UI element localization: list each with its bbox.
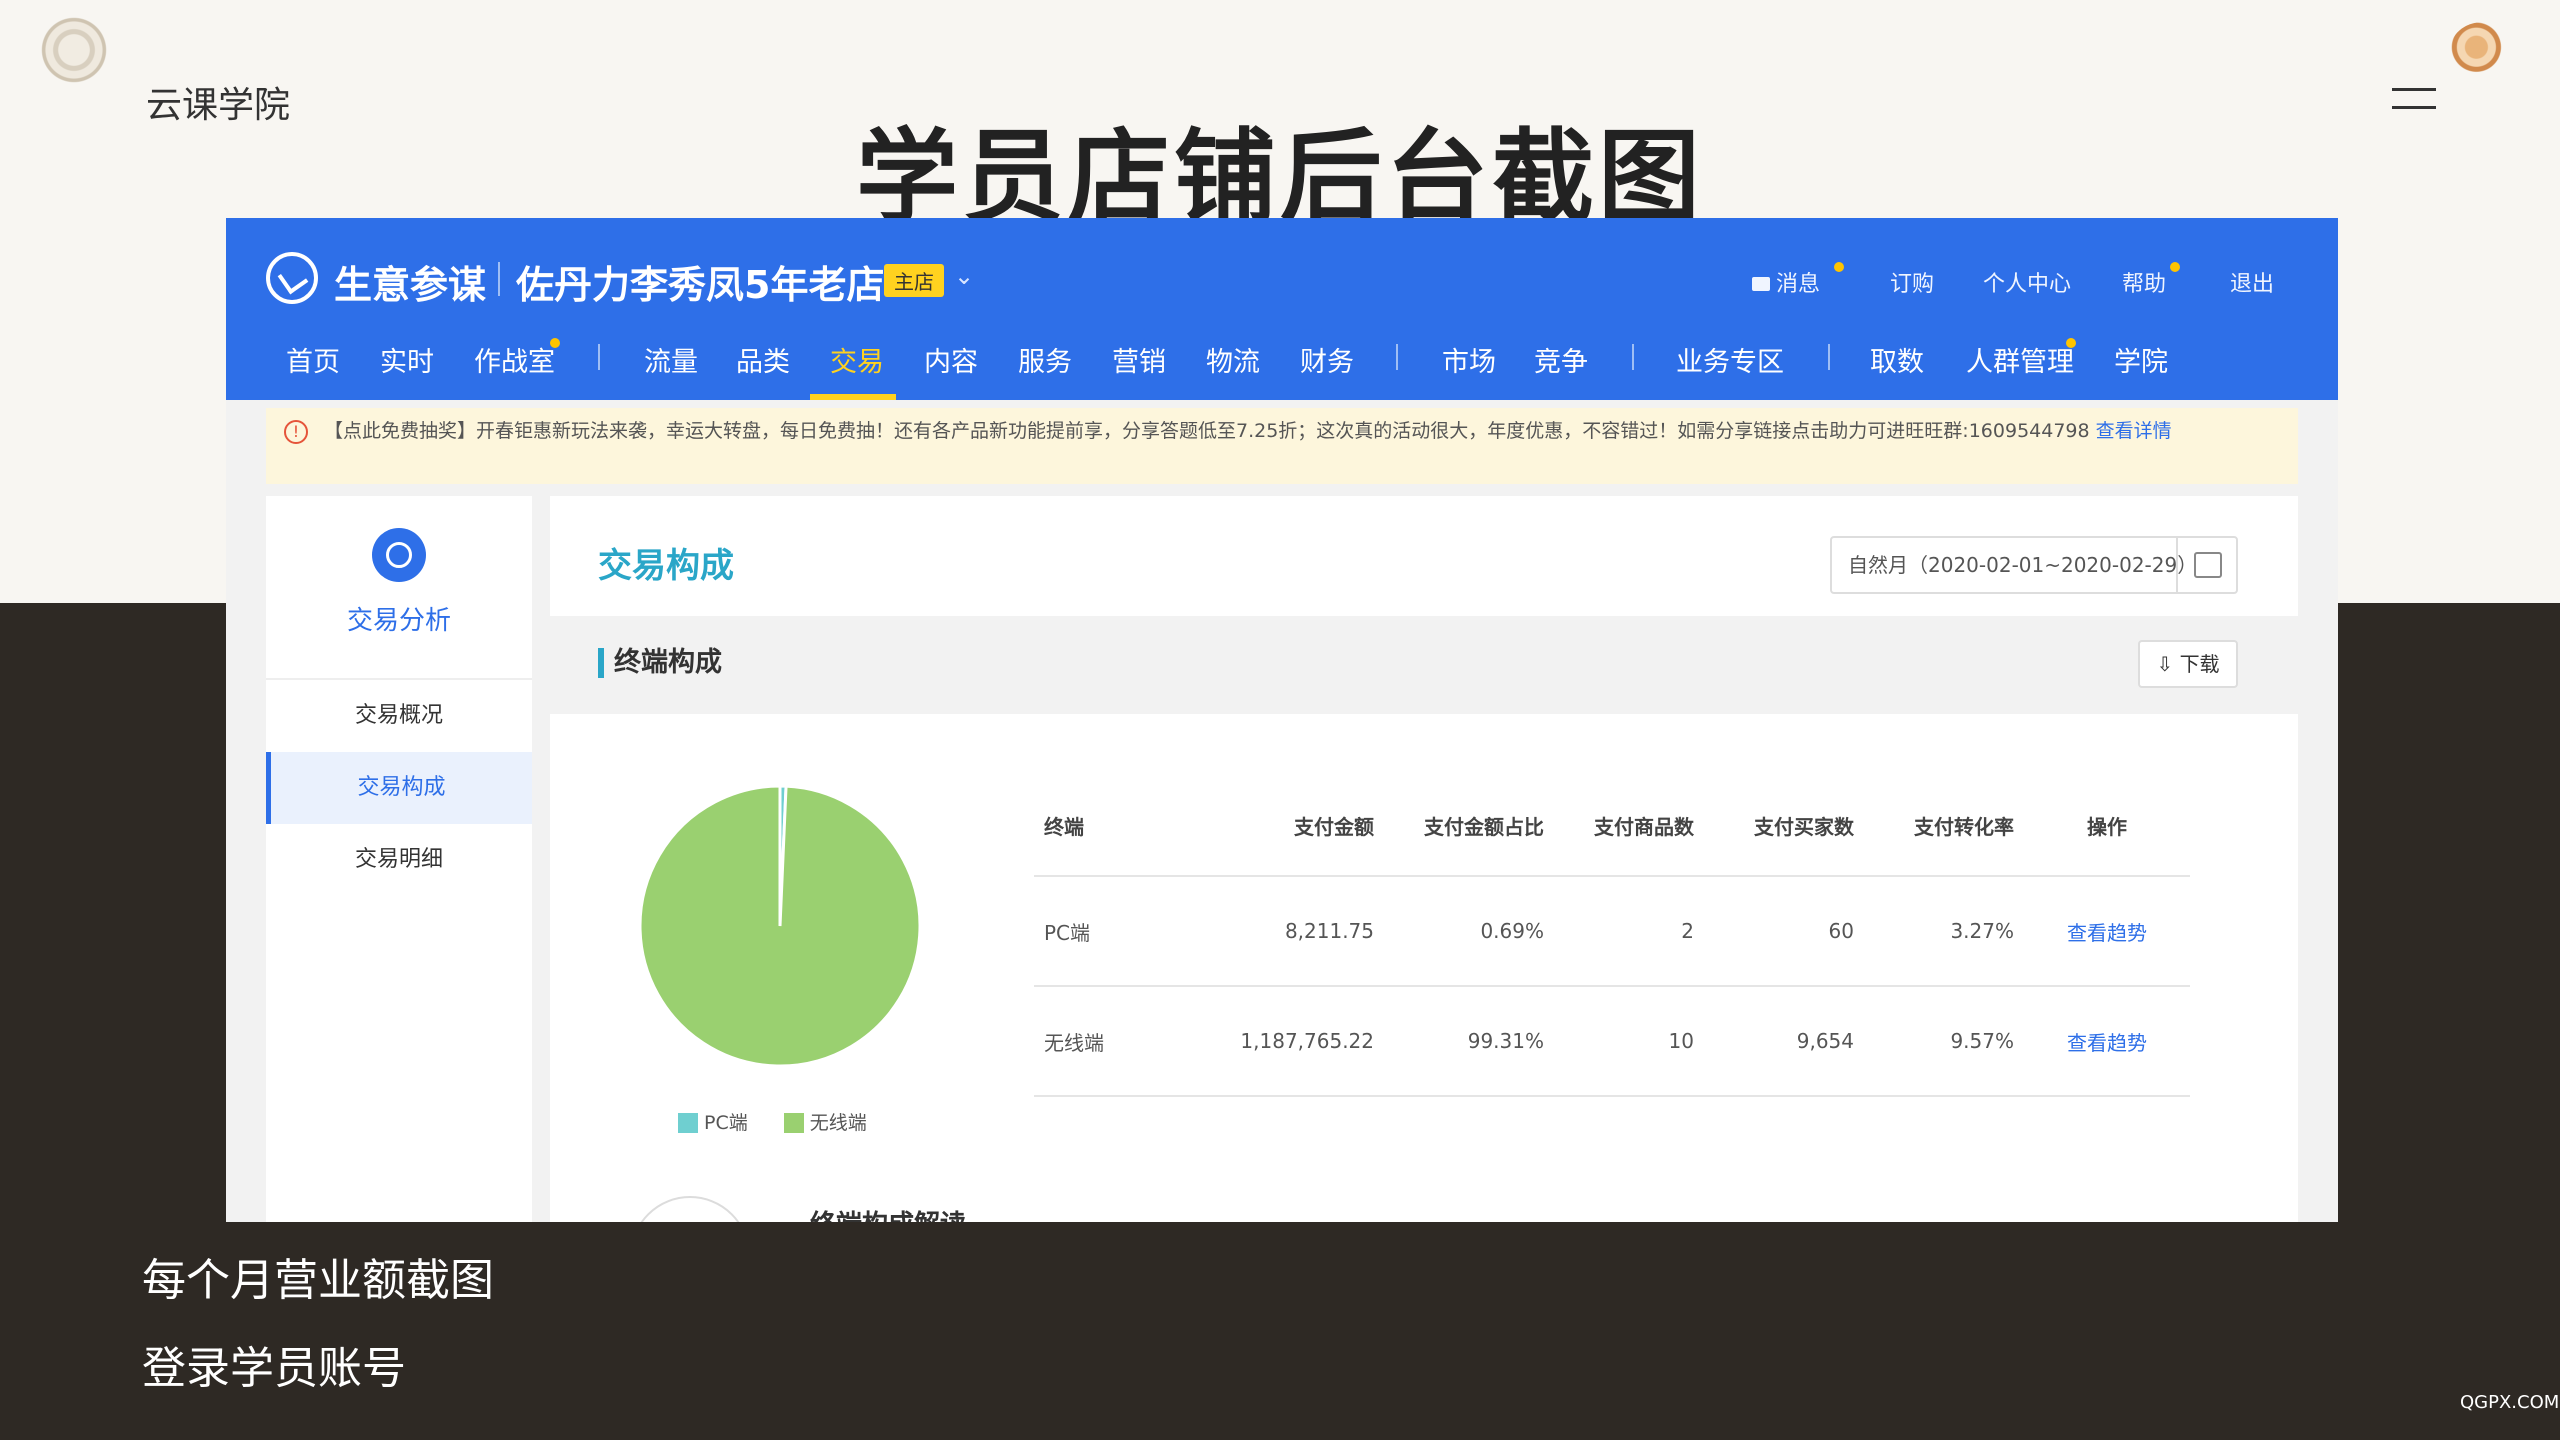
nav-realtime[interactable]: 实时 xyxy=(380,340,434,379)
nav-business-zone[interactable]: 业务专区 xyxy=(1676,340,1784,379)
nav-home[interactable]: 首页 xyxy=(286,340,340,379)
ornament-logo-right xyxy=(2450,22,2516,78)
nav-crowd-management[interactable]: 人群管理 xyxy=(1966,340,2074,379)
table-cell: 10 xyxy=(1554,986,1704,1097)
top-link-messages[interactable]: 消息 xyxy=(1752,266,1820,298)
table-cell: 60 xyxy=(1704,876,1864,987)
column-header: 操作 xyxy=(2024,776,2190,877)
nav-marketing[interactable]: 营销 xyxy=(1112,340,1166,379)
nav-active-indicator xyxy=(810,394,896,400)
ornament-logo-left xyxy=(36,16,112,84)
sidebar-title: 交易分析 xyxy=(346,606,451,636)
page-title: 交易构成 xyxy=(598,546,734,586)
nav-data-fetch[interactable]: 取数 xyxy=(1870,340,1924,379)
shop-badge: 主店 xyxy=(884,264,944,297)
notification-dot xyxy=(550,338,560,348)
analysis-title: 终端构成解读 xyxy=(810,1204,966,1222)
table-cell: 99.31% xyxy=(1384,986,1554,1097)
legend-swatch xyxy=(678,1113,698,1133)
notification-dot xyxy=(2066,338,2076,348)
column-header: 支付商品数 xyxy=(1554,776,1704,877)
date-range-value: 自然月（2020-02-01~2020-02-29） xyxy=(1848,553,2198,577)
pie-slice-1[interactable] xyxy=(638,784,922,1068)
download-button[interactable]: ⇩ 下载 xyxy=(2138,640,2238,688)
nav-divider xyxy=(598,344,600,370)
embedded-screenshot: 生意参谋 佐丹力李秀凤5年老店 主店 ⌄ 消息 订购 个人中心 帮助 退出 首页… xyxy=(226,218,2338,1222)
notice-text: 【点此免费抽奖】开春钜惠新玩法来袭，幸运大转盘，每日免费抽！还有各产品新功能提前… xyxy=(324,420,2090,442)
transaction-analysis-icon xyxy=(372,528,426,582)
chart-legend: PC端 无线端 xyxy=(678,1108,897,1135)
column-header: 支付买家数 xyxy=(1704,776,1864,877)
nav-divider xyxy=(1396,344,1398,370)
nav-war-room[interactable]: 作战室 xyxy=(474,340,555,379)
chevron-down-icon[interactable]: ⌄ xyxy=(954,262,974,290)
caption-login-account: 登录学员账号 xyxy=(142,1343,406,1394)
table-cell: 9,654 xyxy=(1704,986,1864,1097)
shop-name[interactable]: 佐丹力李秀凤5年老店 xyxy=(516,254,884,309)
table-row: PC端 8,211.75 0.69% 2 60 3.27% 查看趋势 xyxy=(1034,876,2190,987)
table-cell: PC端 xyxy=(1034,876,1184,987)
nav-service[interactable]: 服务 xyxy=(1018,340,1072,379)
date-range-picker[interactable]: 自然月（2020-02-01~2020-02-29） xyxy=(1830,536,2238,594)
analysis-illustration xyxy=(630,1196,750,1222)
top-link-help[interactable]: 帮助 xyxy=(2122,266,2166,298)
column-header: 支付转化率 xyxy=(1864,776,2024,877)
nav-finance[interactable]: 财务 xyxy=(1300,340,1354,379)
top-link-logout[interactable]: 退出 xyxy=(2230,266,2274,298)
notice-detail-link[interactable]: 查看详情 xyxy=(2096,420,2172,442)
mail-icon xyxy=(1752,277,1770,291)
top-link-subscribe[interactable]: 订购 xyxy=(1890,266,1934,298)
section-header: 终端构成 ⇩ 下载 xyxy=(550,616,2298,714)
sidebar-item-composition[interactable]: 交易构成 xyxy=(266,752,532,824)
legend-item-pc[interactable]: PC端 xyxy=(678,1108,748,1135)
section-title: 终端构成 xyxy=(598,648,722,678)
view-trend-link[interactable]: 查看趋势 xyxy=(2024,876,2190,987)
caption-monthly-revenue: 每个月营业额截图 xyxy=(142,1255,494,1306)
table-cell: 0.69% xyxy=(1384,876,1554,987)
view-trend-link[interactable]: 查看趋势 xyxy=(2024,986,2190,1097)
table-cell: 3.27% xyxy=(1864,876,2024,987)
download-icon: ⇩ xyxy=(2156,652,2180,676)
main-panel: 交易构成 自然月（2020-02-01~2020-02-29） 终端构成 ⇩ 下… xyxy=(550,496,2298,1222)
notification-dot xyxy=(2170,262,2180,272)
column-header: 终端 xyxy=(1034,776,1184,877)
nav-divider xyxy=(1632,344,1634,370)
legend-swatch xyxy=(783,1113,804,1133)
nav-transaction[interactable]: 交易 xyxy=(830,340,884,379)
header-divider xyxy=(498,262,500,296)
table-row: 无线端 1,187,765.22 99.31% 10 9,654 9.57% 查… xyxy=(1034,986,2190,1097)
sidebar-item-overview[interactable]: 交易概况 xyxy=(266,680,532,752)
table-cell: 8,211.75 xyxy=(1184,876,1384,987)
nav-category[interactable]: 品类 xyxy=(736,340,790,379)
notification-dot xyxy=(1834,262,1844,272)
top-link-profile[interactable]: 个人中心 xyxy=(1983,266,2071,298)
nav-competition[interactable]: 竞争 xyxy=(1534,340,1588,379)
nav-traffic[interactable]: 流量 xyxy=(644,340,698,379)
table-cell: 2 xyxy=(1554,876,1704,987)
nav-logistics[interactable]: 物流 xyxy=(1206,340,1260,379)
table-cell: 9.57% xyxy=(1864,986,2024,1097)
nav-academy[interactable]: 学院 xyxy=(2114,340,2168,379)
sidebar-item-details[interactable]: 交易明细 xyxy=(266,824,532,896)
calendar-icon[interactable] xyxy=(2176,538,2236,592)
column-header: 支付金额 xyxy=(1184,776,1384,877)
watermark: QGPX.COM xyxy=(2460,1392,2560,1413)
terminal-table: 终端 支付金额 支付金额占比 支付商品数 支付买家数 支付转化率 操作 PC端 … xyxy=(1034,776,2190,1097)
promo-notice[interactable]: ! 【点此免费抽奖】开春钜惠新玩法来袭，幸运大转盘，每日免费抽！还有各产品新功能… xyxy=(266,408,2298,484)
table-cell: 无线端 xyxy=(1034,986,1184,1097)
nav-market[interactable]: 市场 xyxy=(1442,340,1496,379)
app-name: 生意参谋 xyxy=(334,263,487,307)
nav-divider xyxy=(1828,344,1830,370)
column-header: 支付金额占比 xyxy=(1384,776,1554,877)
table-cell: 1,187,765.22 xyxy=(1184,986,1384,1097)
sidebar: 交易分析 交易概况 交易构成 交易明细 xyxy=(266,496,532,1222)
legend-item-wireless[interactable]: 无线端 xyxy=(783,1108,867,1135)
app-header: 生意参谋 佐丹力李秀凤5年老店 主店 ⌄ 消息 订购 个人中心 帮助 退出 首页… xyxy=(226,218,2338,400)
compass-logo-icon xyxy=(266,252,318,304)
table-header-row: 终端 支付金额 支付金额占比 支付商品数 支付买家数 支付转化率 操作 xyxy=(1034,776,2190,877)
alert-icon: ! xyxy=(284,420,308,444)
nav-content[interactable]: 内容 xyxy=(924,340,978,379)
pie-chart xyxy=(630,776,930,1076)
